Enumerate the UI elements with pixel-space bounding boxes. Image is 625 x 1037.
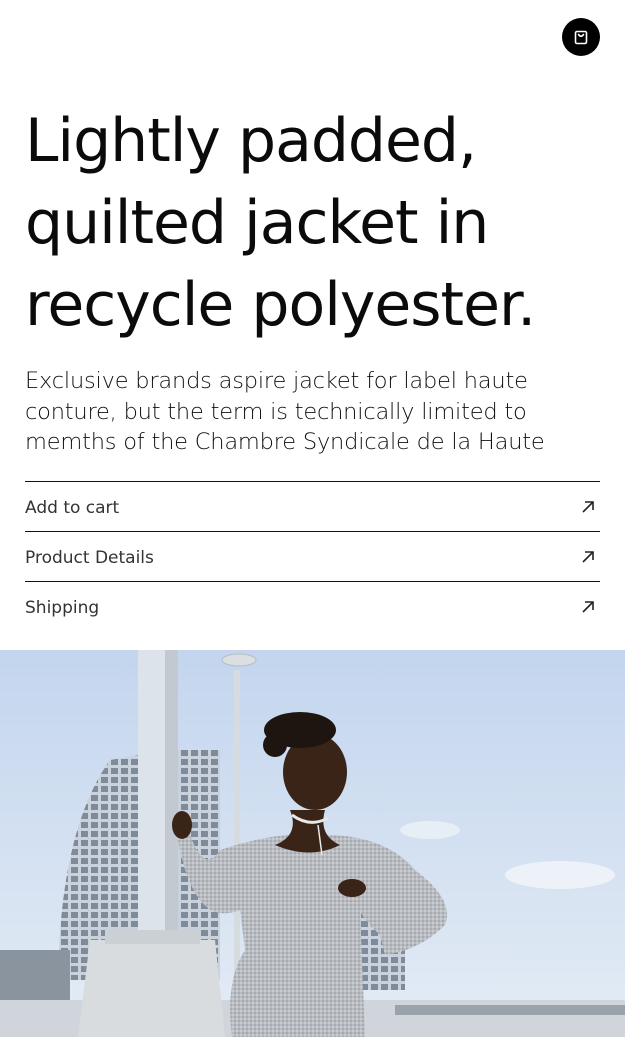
arrow-up-right-icon — [582, 500, 594, 513]
cart-button[interactable] — [562, 18, 600, 56]
product-description: Exclusive brands aspire jacket for label… — [25, 368, 545, 455]
woman-in-grey-knit-dress-photo — [0, 650, 625, 1037]
product-menu: Add to cart Product Details Shipping — [25, 481, 600, 631]
add-to-cart-link[interactable]: Add to cart — [25, 481, 600, 531]
product-details-link[interactable]: Product Details — [25, 531, 600, 581]
shopping-bag-icon — [574, 30, 588, 45]
shipping-link[interactable]: Shipping — [25, 581, 600, 631]
product-headline: Lightly padded, quilted jacket in recycl… — [25, 106, 536, 340]
arrow-up-right-icon — [582, 600, 594, 613]
menu-item-label: Product Details — [25, 547, 154, 568]
arrow-up-right-icon — [582, 550, 594, 563]
hero-image — [0, 650, 625, 1037]
menu-item-label: Add to cart — [25, 497, 120, 518]
menu-item-label: Shipping — [25, 597, 100, 618]
